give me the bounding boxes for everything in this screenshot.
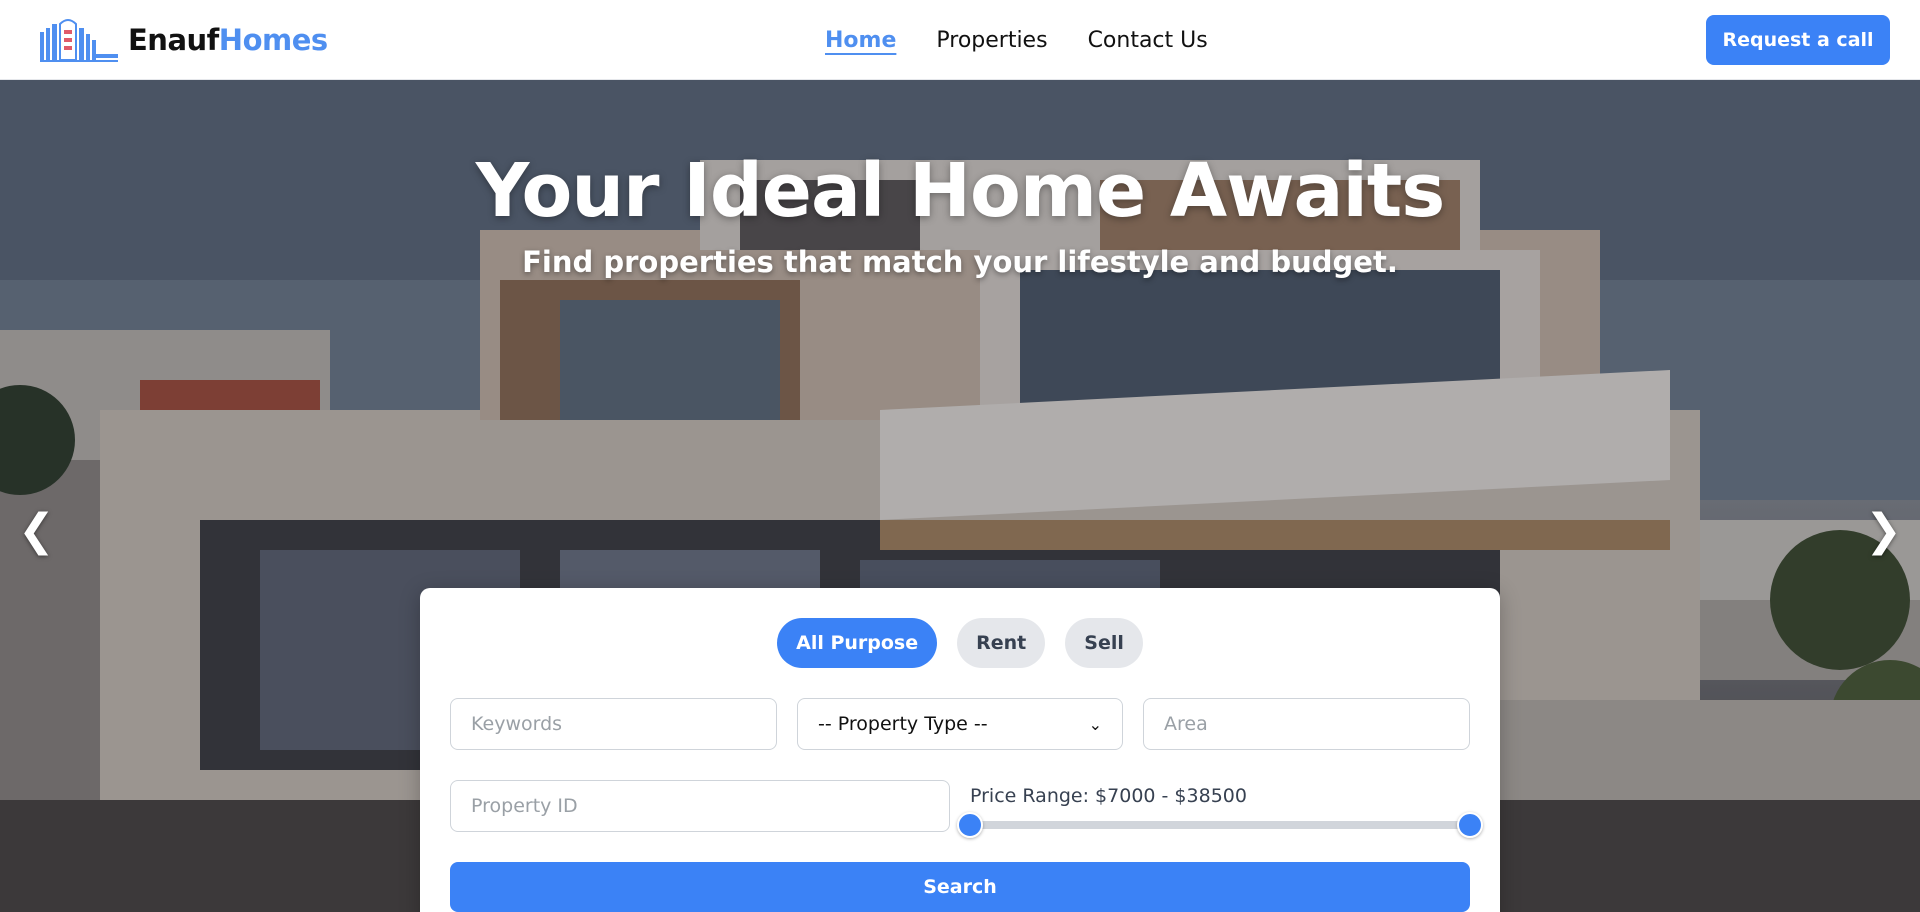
price-min-handle[interactable] bbox=[957, 812, 983, 838]
brand-name-part1: Enauf bbox=[128, 23, 219, 57]
property-type-select[interactable]: -- Property Type -- ⌄ bbox=[797, 698, 1123, 750]
brand-name: EnaufHomes bbox=[128, 23, 328, 57]
property-id-input[interactable] bbox=[450, 780, 950, 832]
tab-all-purpose[interactable]: All Purpose bbox=[777, 618, 938, 668]
search-panel: All Purpose Rent Sell -- Property Type -… bbox=[420, 588, 1500, 912]
navbar: EnaufHomes Home Properties Contact Us Re… bbox=[0, 0, 1920, 80]
brand-name-part2: Homes bbox=[218, 23, 328, 57]
keywords-input[interactable] bbox=[450, 698, 777, 750]
nav-link-properties[interactable]: Properties bbox=[936, 28, 1047, 53]
tab-rent[interactable]: Rent bbox=[957, 618, 1046, 668]
hero-subtitle: Find properties that match your lifestyl… bbox=[522, 245, 1398, 279]
nav-link-home[interactable]: Home bbox=[825, 28, 896, 53]
chevron-down-icon: ⌄ bbox=[1088, 714, 1102, 734]
purpose-tabs: All Purpose Rent Sell bbox=[420, 618, 1500, 668]
price-range-label: Price Range: $7000 - $38500 bbox=[970, 785, 1247, 807]
main-nav: Home Properties Contact Us bbox=[825, 0, 1208, 80]
building-logo-icon bbox=[38, 18, 120, 62]
search-button[interactable]: Search bbox=[450, 862, 1470, 912]
request-call-button[interactable]: Request a call bbox=[1706, 15, 1890, 65]
nav-link-contact[interactable]: Contact Us bbox=[1088, 28, 1208, 53]
chevron-right-icon[interactable]: ❯ bbox=[1865, 505, 1902, 556]
tab-sell[interactable]: Sell bbox=[1065, 618, 1143, 668]
price-range-track[interactable] bbox=[970, 821, 1470, 829]
property-type-value: -- Property Type -- bbox=[818, 713, 988, 735]
area-input[interactable] bbox=[1143, 698, 1470, 750]
chevron-left-icon[interactable]: ❮ bbox=[18, 505, 55, 556]
price-max-handle[interactable] bbox=[1457, 812, 1483, 838]
brand-logo[interactable]: EnaufHomes bbox=[38, 18, 328, 62]
hero-title: Your Ideal Home Awaits bbox=[475, 148, 1446, 234]
